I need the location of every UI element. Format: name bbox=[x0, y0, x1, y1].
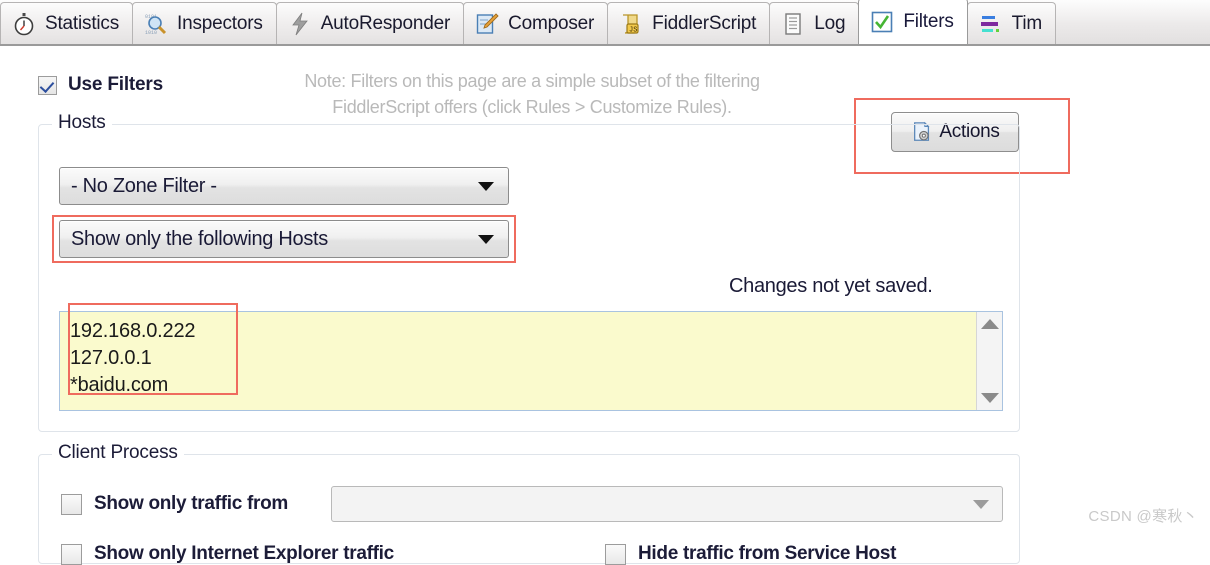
host-list-textarea[interactable]: 192.168.0.222 127.0.0.1 *baidu.com bbox=[59, 311, 1003, 411]
svg-text:JS: JS bbox=[629, 26, 637, 34]
host-list-scrollbar[interactable] bbox=[976, 312, 1002, 410]
show-only-traffic-from-row[interactable]: Show only traffic from bbox=[61, 493, 288, 515]
watermark: CSDN @寒秋丶 bbox=[1088, 508, 1198, 525]
show-only-traffic-from-label: Show only traffic from bbox=[94, 493, 288, 514]
use-filters-label: Use Filters bbox=[68, 74, 163, 95]
document-icon bbox=[781, 12, 805, 36]
green-check-icon bbox=[870, 10, 894, 34]
tab-label: Filters bbox=[903, 10, 954, 32]
chevron-down-icon bbox=[478, 181, 494, 191]
note-line-2: FiddlerScript offers (click Rules > Cust… bbox=[332, 97, 732, 117]
client-process-group: Client Process Show only traffic from Sh… bbox=[38, 442, 1020, 565]
host-list-value: 192.168.0.222 127.0.0.1 *baidu.com bbox=[70, 320, 196, 396]
tab-label: FiddlerScript bbox=[652, 12, 757, 34]
tab-timeline[interactable]: Tim bbox=[966, 2, 1057, 44]
timeline-bars-icon bbox=[979, 12, 1003, 36]
tab-label: Tim bbox=[1011, 12, 1043, 34]
chevron-down-icon bbox=[478, 234, 494, 244]
show-only-traffic-from-checkbox[interactable] bbox=[61, 493, 82, 515]
host-mode-value: Show only the following Hosts bbox=[71, 227, 328, 250]
hosts-group: Hosts - No Zone Filter - Show only the f… bbox=[38, 112, 1020, 432]
tab-label: Statistics bbox=[45, 12, 120, 34]
tab-label: AutoResponder bbox=[320, 12, 451, 34]
tab-label: Log bbox=[814, 12, 846, 34]
host-mode-dropdown[interactable]: Show only the following Hosts bbox=[59, 220, 509, 258]
process-select-dropdown[interactable] bbox=[331, 486, 1003, 522]
tab-autoresponder[interactable]: AutoResponder bbox=[275, 2, 465, 44]
tab-statistics[interactable]: Statistics bbox=[0, 2, 134, 44]
tab-label: Inspectors bbox=[177, 12, 263, 34]
note-line-1: Note: Filters on this page are a simple … bbox=[304, 71, 760, 91]
stopwatch-icon bbox=[12, 12, 36, 36]
filters-panel: Use Filters Note: Filters on this page a… bbox=[0, 46, 1210, 565]
tab-fiddlerscript[interactable]: JS FiddlerScript bbox=[607, 2, 771, 44]
tab-log[interactable]: Log bbox=[769, 2, 860, 44]
changes-status-label: Changes not yet saved. bbox=[729, 275, 933, 297]
hosts-group-title: Hosts bbox=[52, 112, 112, 134]
svg-text:1010: 1010 bbox=[145, 30, 157, 36]
chevron-down-icon bbox=[973, 499, 989, 509]
hide-service-host-row[interactable]: Hide traffic from Service Host bbox=[605, 543, 896, 565]
tab-composer[interactable]: Composer bbox=[463, 2, 609, 44]
hide-service-host-checkbox[interactable] bbox=[605, 543, 626, 565]
scroll-down-arrow-icon[interactable] bbox=[980, 393, 999, 403]
tab-inspectors[interactable]: 0101 1010 Inspectors bbox=[132, 2, 277, 44]
hide-service-host-label: Hide traffic from Service Host bbox=[638, 543, 897, 564]
client-process-group-title: Client Process bbox=[52, 442, 184, 464]
magnifier-icon: 0101 1010 bbox=[144, 12, 168, 36]
tab-label: Composer bbox=[508, 12, 595, 34]
js-scroll-icon: JS bbox=[619, 12, 643, 36]
lightning-icon bbox=[288, 12, 312, 36]
zone-filter-value: - No Zone Filter - bbox=[71, 174, 217, 197]
show-only-ie-traffic-label: Show only Internet Explorer traffic bbox=[94, 543, 394, 564]
scroll-up-arrow-icon[interactable] bbox=[980, 319, 999, 329]
use-filters-checkbox[interactable] bbox=[38, 75, 57, 95]
tab-filters[interactable]: Filters bbox=[858, 0, 968, 44]
show-only-ie-traffic-row[interactable]: Show only Internet Explorer traffic bbox=[61, 543, 394, 565]
notepad-pencil-icon bbox=[475, 12, 499, 36]
tab-bar: Statistics 0101 1010 Inspectors AutoResp… bbox=[0, 0, 1210, 46]
show-only-ie-traffic-checkbox[interactable] bbox=[61, 543, 82, 565]
zone-filter-dropdown[interactable]: - No Zone Filter - bbox=[59, 167, 509, 205]
filters-note: Note: Filters on this page are a simple … bbox=[222, 68, 842, 120]
use-filters-row[interactable]: Use Filters bbox=[38, 74, 163, 96]
